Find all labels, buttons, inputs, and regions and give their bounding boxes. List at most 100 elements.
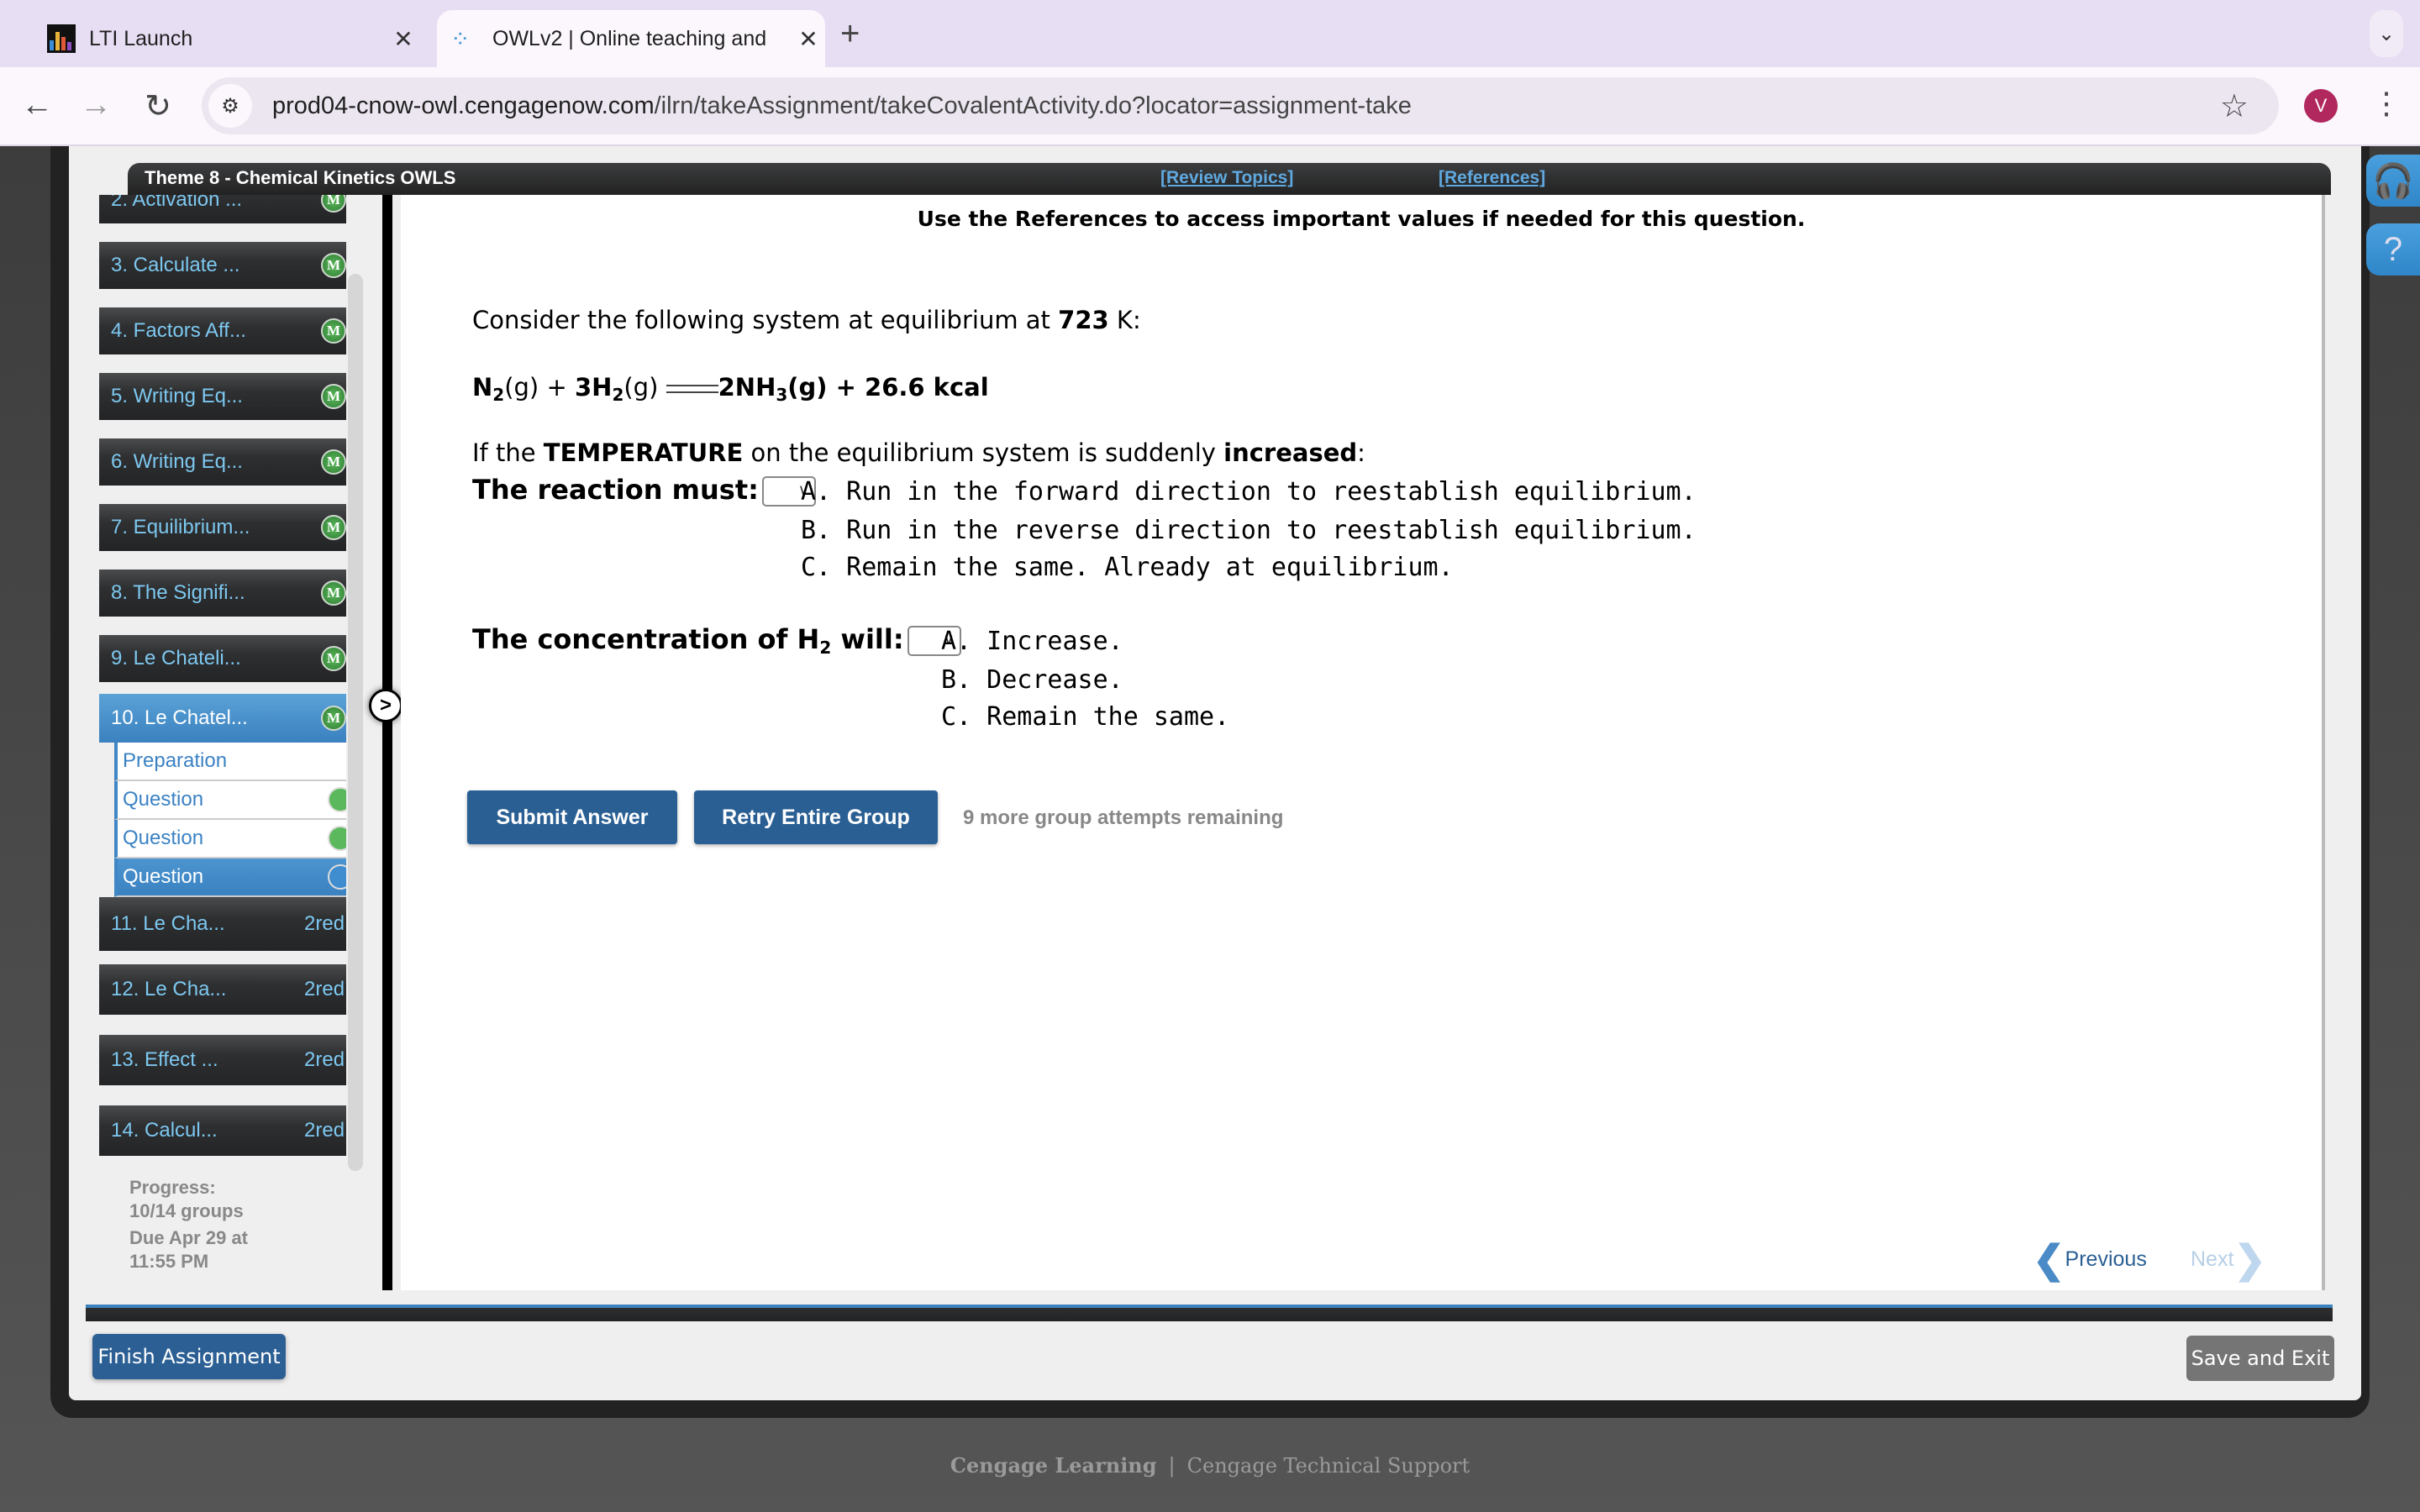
sidebar-item-5[interactable]: 5. Writing Eq... M (99, 373, 346, 420)
technical-support-link[interactable]: Cengage Technical Support (1187, 1454, 1470, 1478)
finish-assignment-button[interactable]: Finish Assignment (92, 1334, 286, 1379)
bottom-divider (86, 1305, 2333, 1321)
temperature-value: 723 (1058, 306, 1109, 334)
headset-support-icon[interactable]: 🎧 (2366, 155, 2420, 207)
close-tab-icon[interactable]: ✕ (387, 25, 420, 53)
part2-prompt-suffix: will: (831, 623, 904, 655)
sidebar-item-6[interactable]: 6. Writing Eq... M (99, 438, 346, 486)
part1-option-c: C. Remain the same. Already at equilibri… (801, 553, 1454, 582)
browser-menu-icon[interactable]: ⋮ (2371, 86, 2402, 121)
next-label: Next (2191, 1247, 2234, 1271)
profile-avatar[interactable]: V (2304, 89, 2338, 123)
subitem-question-3[interactable]: Question (114, 858, 346, 897)
progress-value: 10/14 groups (129, 1200, 244, 1221)
assignment-title: Theme 8 - Chemical Kinetics OWLS (145, 167, 456, 188)
mastered-badge-icon: M (321, 449, 346, 475)
sidebar-item-label: 7. Equilibrium... (111, 516, 250, 538)
bookmark-star-icon[interactable]: ☆ (2220, 87, 2249, 125)
mastered-badge-icon: M (321, 706, 346, 731)
close-tab-icon[interactable]: ✕ (792, 25, 825, 53)
subitem-preparation[interactable]: Preparation (114, 743, 346, 781)
condition-prefix: If the (472, 438, 544, 467)
due-status: 2red (304, 1048, 345, 1071)
references-note: Use the References to access important v… (917, 207, 1806, 231)
progress-label: Progress: (129, 1177, 216, 1198)
subitem-label: Question (123, 827, 204, 849)
sidebar-item-label: 5. Writing Eq... (111, 385, 243, 407)
sidebar-item-10[interactable]: 10. Le Chatel... M (99, 694, 346, 743)
eq-p1-state: (g) + 26.6 kcal (787, 373, 989, 402)
sidebar-item-label: 2. Activation ... (111, 195, 243, 211)
subitem-label: Question (123, 865, 204, 888)
back-arrow-icon[interactable]: ← (18, 87, 55, 123)
sidebar-item-7[interactable]: 7. Equilibrium... M (99, 504, 346, 551)
complete-check-icon (328, 787, 346, 812)
question-intro: Consider the following system at equilib… (472, 306, 1141, 334)
sidebar-scrollbar[interactable] (348, 274, 363, 1171)
submit-answer-button[interactable]: Submit Answer (467, 790, 677, 844)
mastered-badge-icon: M (321, 384, 346, 409)
sidebar-item-label: 14. Calcul... (111, 1119, 218, 1142)
chevron-right-icon: ❯ (2233, 1237, 2266, 1281)
sidebar-item-2[interactable]: 2. Activation ... M (99, 195, 346, 223)
part2-option-a: A. Increase. (941, 627, 1123, 656)
sidebar-divider (382, 195, 392, 1290)
save-and-exit-button[interactable]: Save and Exit (2186, 1336, 2334, 1381)
url-host: prod04-cnow-owl.cengagenow.com (272, 92, 655, 119)
sidebar-item-label: 4. Factors Aff... (111, 319, 246, 342)
due-time: 11:55 PM (129, 1251, 209, 1272)
intro-suffix: K: (1108, 306, 1141, 334)
owl-spinner-icon: ⁘ (450, 25, 471, 52)
condition-change: increased (1223, 438, 1358, 467)
mastered-badge-icon: M (321, 318, 346, 344)
sidebar-item-11[interactable]: 11. Le Cha... 2red (99, 897, 346, 951)
mastered-badge-icon: M (321, 253, 346, 278)
collapse-sidebar-button[interactable]: > (369, 689, 402, 722)
subitem-question-1[interactable]: Question (114, 781, 346, 820)
next-button[interactable]: Next ❯ (2191, 1236, 2266, 1282)
subitem-question-2[interactable]: Question (114, 820, 346, 858)
sidebar-item-14[interactable]: 14. Calcul... 2red (99, 1105, 346, 1156)
new-tab-button[interactable]: + (840, 15, 860, 53)
condition-mid: on the equilibrium system is suddenly (743, 438, 1224, 467)
help-question-icon[interactable]: ? (2366, 223, 2420, 276)
cengage-learning-link[interactable]: Cengage Learning (950, 1453, 1157, 1478)
due-date: Due Apr 29 at (129, 1227, 249, 1248)
site-settings-icon[interactable]: ⚙ (208, 84, 252, 128)
question-group-sidebar: 2. Activation ... M 3. Calculate ... M 4. … (99, 195, 346, 1161)
sidebar-item-9[interactable]: 9. Le Chateli... M (99, 635, 346, 682)
tab-search-chevron-icon[interactable]: ⌄ (2370, 10, 2403, 57)
tab-owlv2[interactable]: ⁘ OWLv2 | Online teaching and ✕ (437, 10, 825, 67)
sidebar-item-label: 6. Writing Eq... (111, 450, 243, 473)
url-text[interactable]: prod04-cnow-owl.cengagenow.com/ilrn/take… (272, 92, 2220, 120)
tab-title: LTI Launch (89, 26, 193, 50)
eq-r2: 3H (574, 373, 613, 402)
browser-tab-bar: LTI Launch ✕ ⁘ OWLv2 | Online teaching a… (0, 0, 2420, 67)
sidebar-item-13[interactable]: 13. Effect ... 2red (99, 1035, 346, 1085)
previous-button[interactable]: ❮ Previous (2033, 1236, 2147, 1282)
forward-arrow-icon[interactable]: → (77, 87, 114, 123)
mastered-badge-icon: M (321, 195, 346, 213)
current-indicator-icon (328, 864, 346, 890)
page-footer: Cengage Learning | Cengage Technical Suppo… (0, 1453, 2420, 1478)
url-path: /ilrn/takeAssignment/takeCovalentActivit… (654, 92, 1412, 119)
sidebar-item-4[interactable]: 4. Factors Aff... M (99, 307, 346, 354)
footer-separator: | (1168, 1454, 1176, 1478)
sidebar-item-3[interactable]: 3. Calculate ... M (99, 242, 346, 289)
reload-icon[interactable]: ↻ (139, 87, 176, 125)
review-topics-link[interactable]: [Review Topics] (1160, 168, 1293, 188)
question-area: Use the References to access important v… (401, 195, 2325, 1290)
sidebar-item-12[interactable]: 12. Le Cha... 2red (99, 964, 346, 1015)
references-link[interactable]: [References] (1439, 168, 1545, 188)
eq-r1: N (472, 373, 493, 402)
sidebar-item-8[interactable]: 8. The Signifi... M (99, 570, 346, 617)
address-bar[interactable]: ⚙ prod04-cnow-owl.cengagenow.com/ilrn/ta… (202, 77, 2279, 134)
previous-label: Previous (2065, 1247, 2147, 1271)
intro-text: Consider the following system at equilib… (472, 306, 1059, 334)
due-status: 2red (304, 978, 345, 1000)
retry-entire-group-button[interactable]: Retry Entire Group (694, 790, 938, 844)
part1-prompt-row: The reaction must: (472, 474, 819, 507)
browser-toolbar: ← → ↻ ⚙ prod04-cnow-owl.cengagenow.com/i… (0, 67, 2420, 146)
part1-prompt: The reaction must: (472, 474, 759, 506)
tab-lti-launch[interactable]: LTI Launch ✕ (34, 10, 420, 67)
